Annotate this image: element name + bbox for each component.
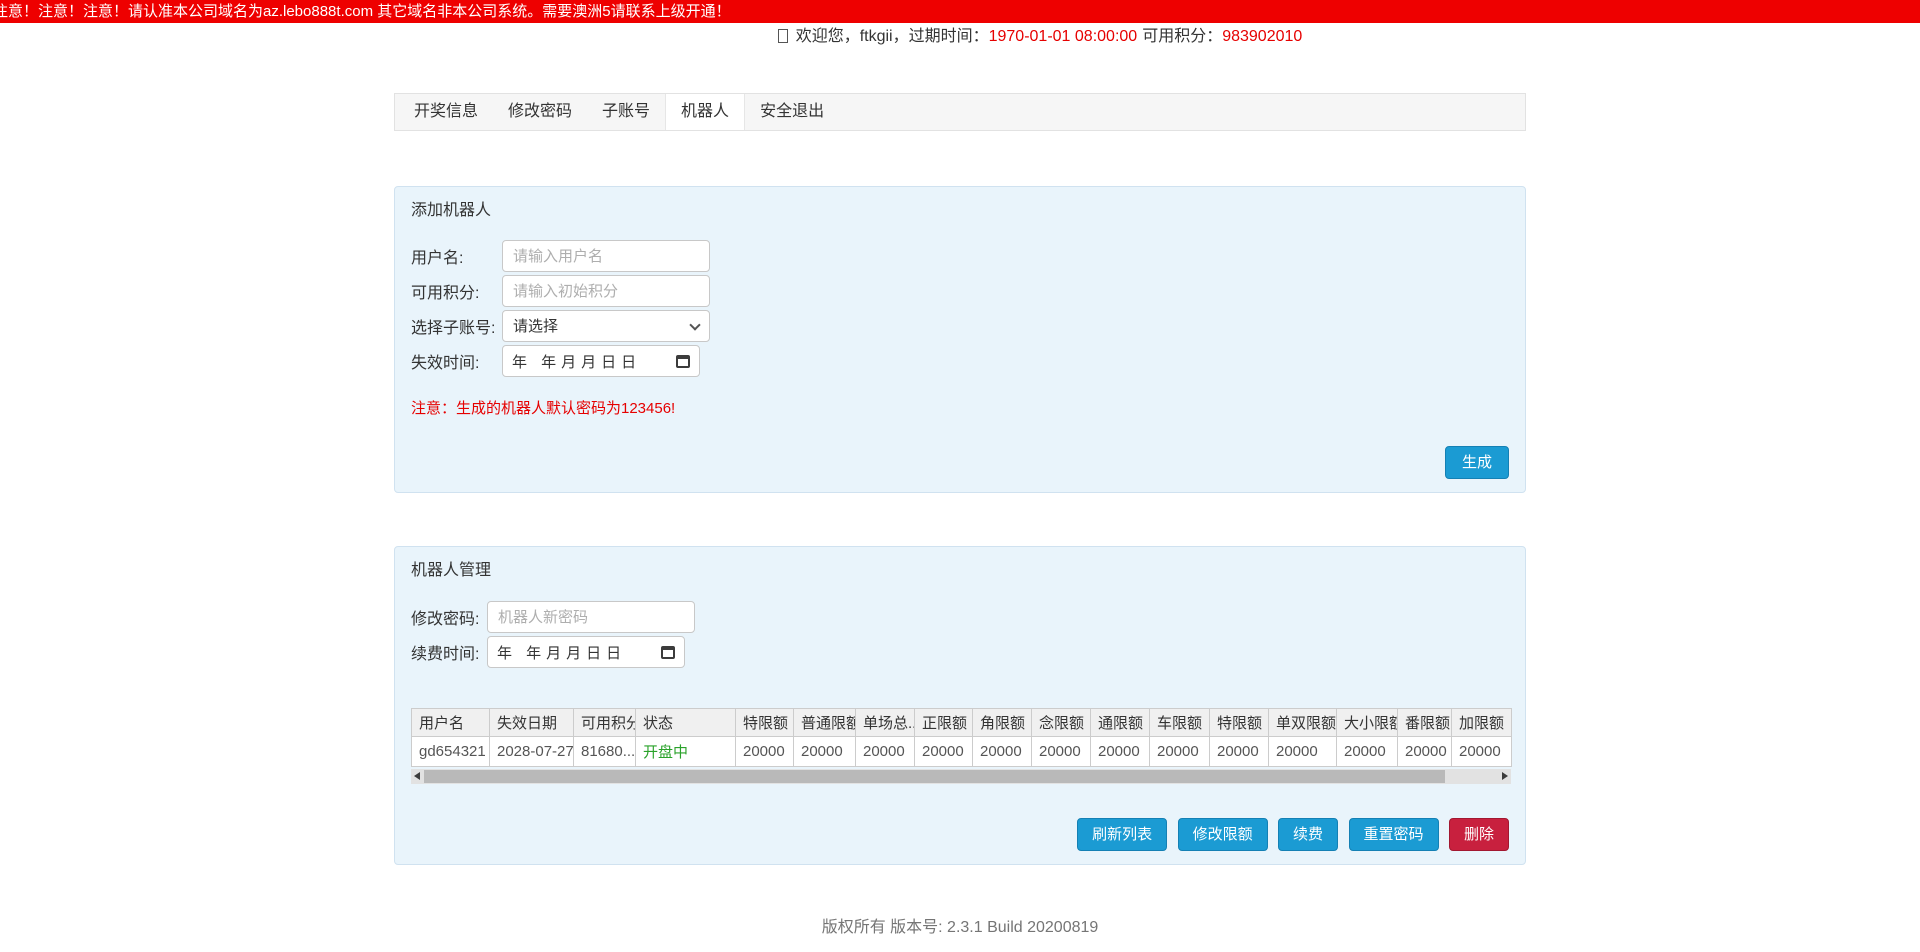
new-password-input[interactable] (487, 601, 695, 633)
subaccount-row: 选择子账号: 请选择 (411, 310, 1509, 342)
add-robot-panel: 添加机器人 用户名: 可用积分: 选择子账号: 请选择 失效时间: (394, 186, 1526, 493)
points-label: 可用积分： (1142, 28, 1222, 45)
col-match-total-limit: 单场总... (856, 709, 915, 737)
calendar-icon[interactable] (676, 355, 690, 368)
welcome-text: 欢迎您，ftkgii，过期时间： (796, 28, 989, 45)
cell-username: gd654321 (412, 737, 490, 767)
renew-date-row: 续费时间: 年 年月月日日 (411, 636, 1509, 668)
expire-date-label: 失效时间: (411, 349, 502, 373)
table-row[interactable]: gd654321 2028-07-27 81680... 开盘中 20000 2… (412, 737, 1512, 767)
table-cell: 20000 (1091, 737, 1150, 767)
robot-management-panel: 机器人管理 修改密码: 续费时间: 年 年月月日日 (394, 546, 1526, 865)
col-status: 状态 (636, 709, 736, 737)
table-cell: 20000 (794, 737, 856, 767)
subaccount-label: 选择子账号: (411, 314, 502, 338)
date-placeholder-text: 年 年月月日日 (512, 351, 641, 372)
col-username: 用户名 (412, 709, 490, 737)
tab-subaccount[interactable]: 子账号 (587, 94, 665, 130)
new-password-row: 修改密码: (411, 601, 1509, 633)
points-value: 983902010 (1222, 28, 1302, 45)
col-points: 可用积分 (574, 709, 636, 737)
table-cell: 20000 (973, 737, 1032, 767)
initial-points-label: 可用积分: (411, 279, 502, 303)
col-jiao-limit: 角限额 (973, 709, 1032, 737)
table-cell: 20000 (1150, 737, 1210, 767)
tab-change-password[interactable]: 修改密码 (493, 94, 587, 130)
table-cell: 20000 (1210, 737, 1269, 767)
col-fan-limit: 番限额 (1398, 709, 1452, 737)
col-zheng-limit: 正限额 (915, 709, 973, 737)
robots-table: 用户名 失效日期 可用积分 状态 特限额 普通限额 单场总... 正限额 角限额… (411, 708, 1512, 767)
tab-bar: 开奖信息 修改密码 子账号 机器人 安全退出 (394, 93, 1526, 131)
username-input[interactable] (502, 240, 710, 272)
new-password-label: 修改密码: (411, 605, 487, 629)
modify-limit-button[interactable]: 修改限额 (1178, 818, 1268, 851)
col-tong-limit: 通限额 (1091, 709, 1150, 737)
table-cell: 20000 (915, 737, 973, 767)
add-robot-title: 添加机器人 (411, 201, 1509, 221)
initial-points-row: 可用积分: (411, 275, 1509, 307)
scrollbar-thumb[interactable] (424, 770, 1445, 783)
robot-management-form: 修改密码: 续费时间: 年 年月月日日 (411, 601, 1509, 668)
col-normal-limit: 普通限额 (794, 709, 856, 737)
col-daxiao-limit: 大小限额 (1337, 709, 1398, 737)
cell-expire-date: 2028-07-27 (490, 737, 574, 767)
tab-robot[interactable]: 机器人 (665, 94, 745, 130)
tab-draw-info[interactable]: 开奖信息 (399, 94, 493, 130)
default-password-note: 注意：生成的机器人默认密码为123456! (411, 397, 1509, 418)
horizontal-scrollbar[interactable] (411, 769, 1511, 784)
scroll-left-arrow-icon[interactable] (414, 772, 420, 780)
subaccount-select-wrap: 请选择 (502, 310, 710, 342)
expire-time-value: 1970-01-01 08:00:00 (989, 28, 1138, 45)
table-cell: 20000 (1269, 737, 1337, 767)
renew-date-input[interactable]: 年 年月月日日 (487, 636, 685, 668)
scroll-right-arrow-icon[interactable] (1502, 772, 1508, 780)
robot-management-title: 机器人管理 (411, 561, 1509, 581)
user-icon (778, 29, 788, 43)
username-label: 用户名: (411, 244, 502, 268)
tab-logout[interactable]: 安全退出 (745, 94, 839, 130)
table-cell: 20000 (1452, 737, 1512, 767)
col-jia-limit: 加限额 (1452, 709, 1512, 737)
table-cell: 20000 (856, 737, 915, 767)
welcome-bar: 欢迎您，ftkgii，过期时间：1970-01-01 08:00:00可用积分：… (0, 27, 1920, 47)
robots-table-wrap: 用户名 失效日期 可用积分 状态 特限额 普通限额 单场总... 正限额 角限额… (411, 708, 1509, 784)
col-special-limit: 特限额 (736, 709, 794, 737)
add-robot-form: 用户名: 可用积分: 选择子账号: 请选择 失效时间: 年 年月月日 (411, 240, 1509, 418)
table-header-row: 用户名 失效日期 可用积分 状态 特限额 普通限额 单场总... 正限额 角限额… (412, 709, 1512, 737)
main-container: 开奖信息 修改密码 子账号 机器人 安全退出 添加机器人 用户名: 可用积分: … (394, 93, 1526, 865)
table-cell: 20000 (1398, 737, 1452, 767)
renew-date-label: 续费时间: (411, 640, 487, 664)
table-cell: 20000 (736, 737, 794, 767)
generate-button[interactable]: 生成 (1445, 446, 1509, 479)
table-cell: 20000 (1032, 737, 1091, 767)
delete-button[interactable]: 删除 (1449, 818, 1509, 851)
domain-warning-banner: 注意！注意！注意！请认准本公司域名为az.lebo888t.com 其它域名非本… (0, 0, 1920, 23)
calendar-icon[interactable] (661, 646, 675, 659)
col-che-limit: 车限额 (1150, 709, 1210, 737)
col-te-limit: 特限额 (1210, 709, 1269, 737)
col-danshuang-limit: 单双限额 (1269, 709, 1337, 737)
subaccount-select[interactable]: 请选择 (502, 310, 710, 342)
col-expire-date: 失效日期 (490, 709, 574, 737)
cell-status: 开盘中 (636, 737, 736, 767)
table-cell: 20000 (1337, 737, 1398, 767)
username-row: 用户名: (411, 240, 1509, 272)
expire-date-row: 失效时间: 年 年月月日日 (411, 345, 1509, 377)
expire-date-input[interactable]: 年 年月月日日 (502, 345, 700, 377)
reset-password-button[interactable]: 重置密码 (1349, 818, 1439, 851)
cell-points: 81680... (574, 737, 636, 767)
initial-points-input[interactable] (502, 275, 710, 307)
management-buttons: 刷新列表 修改限额 续费 重置密码 删除 (411, 818, 1509, 851)
refresh-list-button[interactable]: 刷新列表 (1077, 818, 1167, 851)
copyright-footer: 版权所有 版本号: 2.3.1 Build 20200819 (0, 913, 1920, 937)
renew-button[interactable]: 续费 (1278, 818, 1338, 851)
date-placeholder-text: 年 年月月日日 (497, 642, 626, 663)
col-nian-limit: 念限额 (1032, 709, 1091, 737)
